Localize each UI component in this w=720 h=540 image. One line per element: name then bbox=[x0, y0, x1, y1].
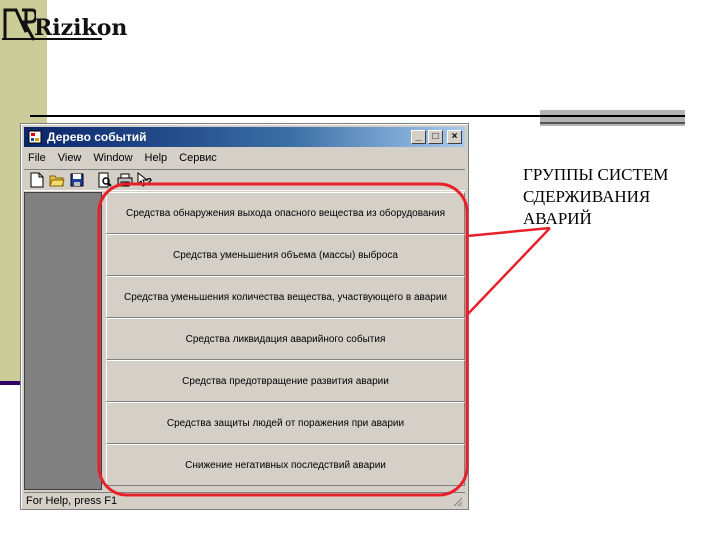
open-folder-icon bbox=[49, 175, 65, 187]
menu-window[interactable]: Window bbox=[87, 152, 138, 164]
tree-pane[interactable] bbox=[24, 192, 102, 490]
close-button[interactable]: × bbox=[447, 130, 462, 144]
list-item[interactable]: Средства предотвращение развития аварии bbox=[106, 360, 465, 402]
list-item[interactable]: Снижение негативных последствий аварии bbox=[106, 444, 465, 486]
list-item[interactable]: Средства уменьшения количества вещества,… bbox=[106, 276, 465, 318]
resize-grip-icon[interactable] bbox=[451, 495, 463, 507]
new-document-button[interactable] bbox=[28, 171, 46, 189]
callout-line: АВАРИЙ bbox=[523, 209, 592, 228]
maximize-button[interactable]: □ bbox=[428, 130, 443, 144]
list-item[interactable]: Средства защиты людей от поражения при а… bbox=[106, 402, 465, 444]
menu-view[interactable]: View bbox=[52, 152, 88, 164]
menu-help[interactable]: Help bbox=[139, 152, 174, 164]
print-preview-button[interactable] bbox=[96, 171, 114, 189]
window-titlebar[interactable]: Дерево событий _ □ × bbox=[24, 127, 465, 147]
event-tree-window: Дерево событий _ □ × File View Window He… bbox=[20, 123, 469, 510]
window-title: Дерево событий bbox=[47, 130, 147, 144]
menu-file[interactable]: File bbox=[24, 152, 52, 164]
slide-rule-accent-line bbox=[540, 122, 685, 124]
print-button[interactable] bbox=[116, 171, 134, 189]
menu-service[interactable]: Сервис bbox=[173, 152, 223, 164]
rizikon-logo-icon bbox=[3, 8, 36, 41]
status-text: For Help, press F1 bbox=[26, 494, 118, 507]
context-help-icon: ? bbox=[137, 172, 152, 188]
callout-line: СДЕРЖИВАНИЯ bbox=[523, 187, 651, 206]
save-button[interactable] bbox=[68, 171, 86, 189]
logo-underline bbox=[2, 38, 102, 40]
list-item[interactable]: Средства обнаружения выхода опасного вещ… bbox=[106, 192, 465, 234]
client-area: Средства обнаружения выхода опасного вещ… bbox=[24, 192, 465, 490]
context-help-button[interactable]: ? bbox=[136, 171, 154, 189]
open-button[interactable] bbox=[48, 171, 66, 189]
list-item[interactable]: Средства ликвидация аварийного события bbox=[106, 318, 465, 360]
print-icon bbox=[117, 173, 133, 187]
window-controls: _ □ × bbox=[411, 130, 462, 144]
callout-line-lower bbox=[465, 227, 551, 317]
app-tree-icon bbox=[28, 130, 42, 144]
new-document-icon bbox=[30, 172, 44, 188]
rizikon-logo: Rizikon bbox=[2, 4, 127, 42]
slide-top-rule bbox=[30, 115, 685, 117]
status-bar: For Help, press F1 bbox=[24, 492, 465, 508]
slide-left-band-accent bbox=[0, 381, 22, 385]
svg-text:?: ? bbox=[146, 177, 152, 188]
menu-bar: File View Window Help Сервис bbox=[24, 149, 465, 167]
minimize-button[interactable]: _ bbox=[411, 130, 426, 144]
list-item[interactable]: Средства уменьшения объема (массы) выбро… bbox=[106, 234, 465, 276]
print-preview-icon bbox=[98, 172, 112, 188]
system-groups-list: Средства обнаружения выхода опасного вещ… bbox=[106, 192, 465, 490]
callout-label: ГРУППЫ СИСТЕМ СДЕРЖИВАНИЯ АВАРИЙ bbox=[523, 164, 718, 230]
callout-line: ГРУППЫ СИСТЕМ bbox=[523, 165, 669, 184]
toolbar: ? bbox=[24, 169, 465, 191]
save-icon bbox=[70, 173, 84, 187]
